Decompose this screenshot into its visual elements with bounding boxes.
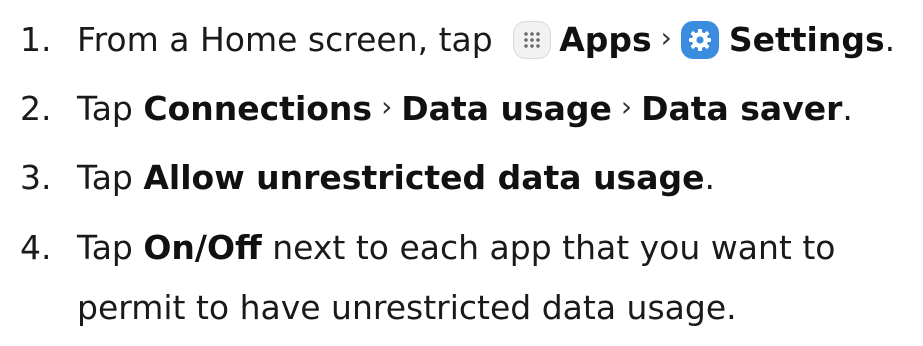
step-text: Tap (77, 89, 144, 128)
on-off-label: On/Off (143, 228, 262, 267)
connections-label: Connections (143, 89, 373, 128)
step-text: Tap (77, 228, 144, 267)
step-end: . (842, 89, 853, 128)
step-4: 4. Tap On/Off next to each app that you … (20, 226, 835, 270)
chevron-separator: › (381, 90, 393, 123)
data-saver-label: Data saver (641, 89, 843, 128)
step-4-second-line: permit to have unrestricted data usage. (77, 288, 737, 327)
step-text-continued: next to each app that you want to (261, 228, 836, 267)
apps-grid-icon (513, 21, 552, 59)
step-number: 3. (20, 158, 52, 197)
chevron-separator: › (620, 90, 633, 123)
allow-unrestricted-label: Allow unrestricted data usage (143, 158, 705, 197)
step-3: 3. Tap Allow unrestricted data usage . (20, 156, 715, 200)
step-number: 2. (20, 89, 52, 128)
data-usage-label: Data usage (401, 89, 612, 128)
chevron-separator: › (660, 21, 672, 54)
apps-label: Apps (559, 20, 652, 59)
step-number: 4. (20, 228, 52, 267)
step-2: 2. Tap Connections › Data usage › Data s… (20, 87, 853, 131)
gear-icon (680, 21, 719, 59)
instruction-steps: 1. From a Home screen, tap Apps › Settin… (0, 0, 923, 346)
step-text: Tap (77, 158, 144, 197)
step-text: From a Home screen, tap (77, 20, 504, 59)
step-end: . (884, 20, 896, 59)
step-1: 1. From a Home screen, tap Apps › Settin… (20, 18, 895, 62)
settings-label: Settings (728, 20, 885, 59)
step-number: 1. (20, 20, 52, 59)
step-end: . (704, 158, 715, 197)
